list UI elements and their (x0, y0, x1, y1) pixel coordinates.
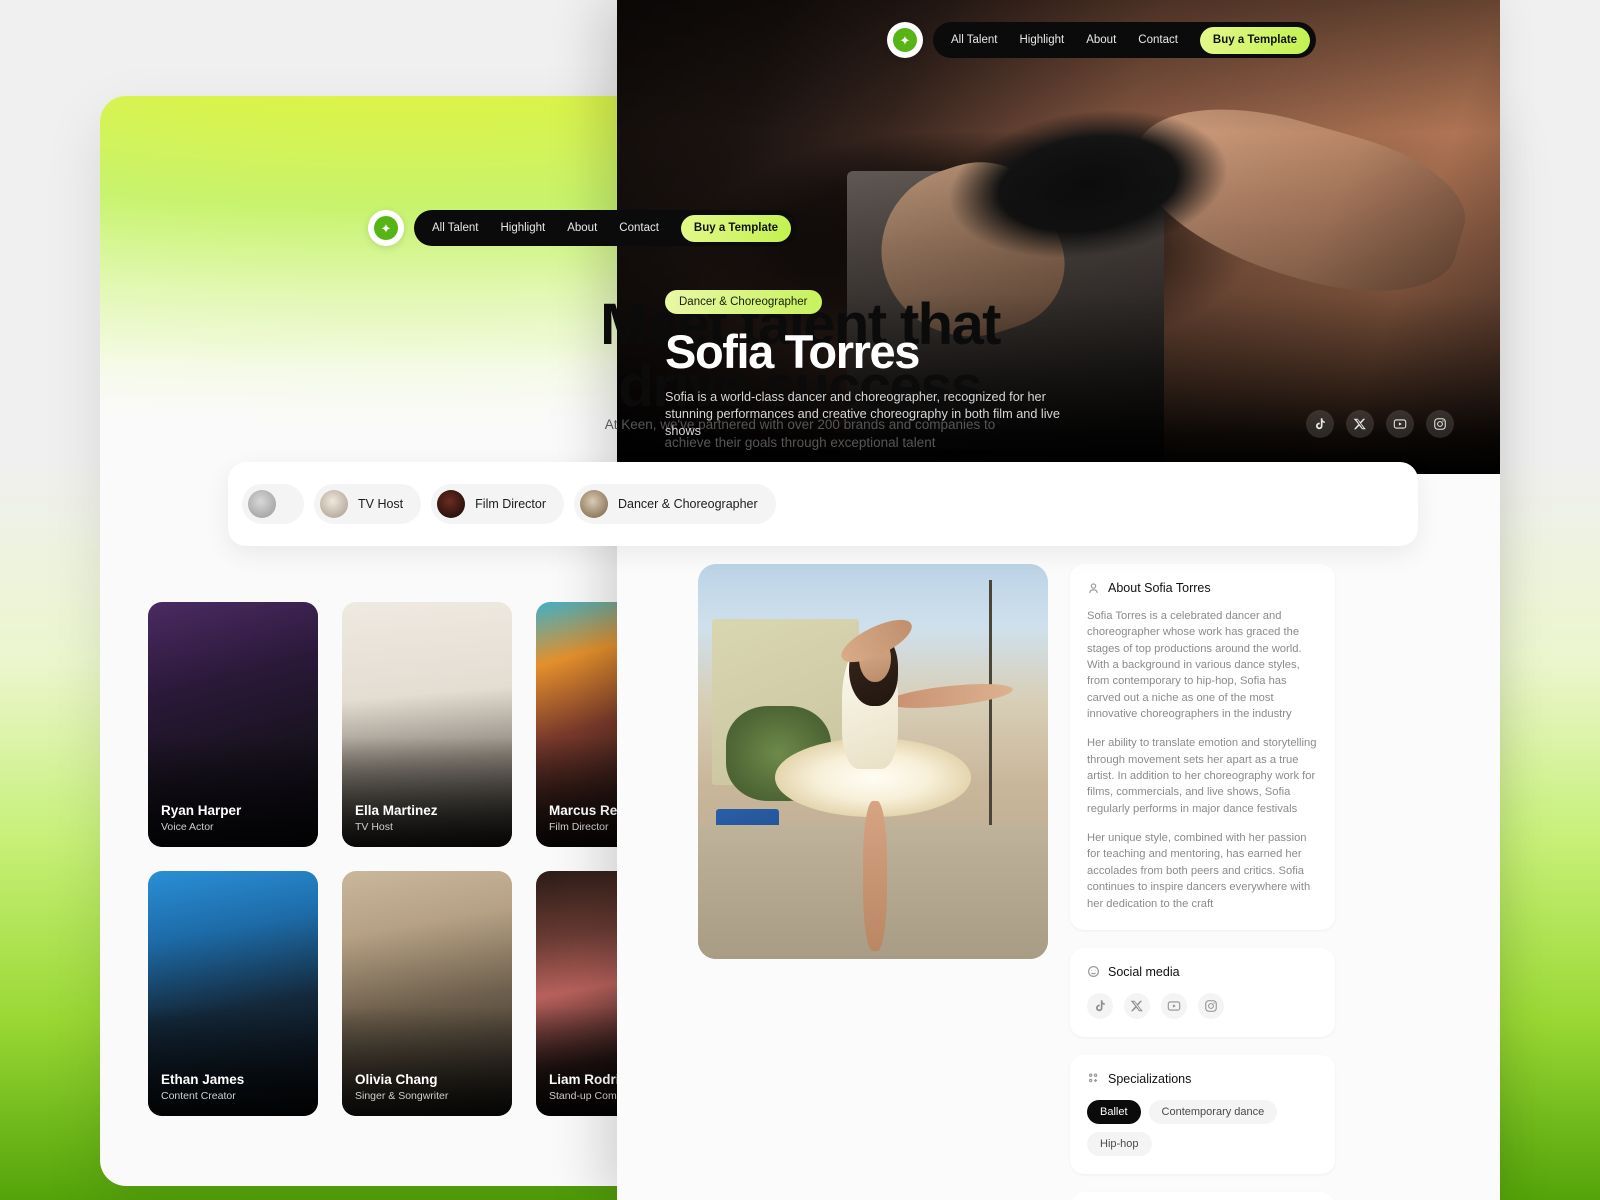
profile-photo (698, 564, 1048, 959)
photo-figure-leg-standing (862, 801, 887, 952)
talent-filter-bar: TV Host Film Director Dancer & Choreograph… (228, 462, 1418, 546)
nav-item-about[interactable]: About (1086, 34, 1116, 46)
hero-social-links (1306, 410, 1454, 438)
photo-pole (989, 579, 992, 857)
filter-avatar (580, 490, 608, 518)
social-media-panel-title: Social media (1108, 964, 1180, 979)
talent-card-name: Ethan James (161, 1072, 245, 1087)
about-paragraph: Sofia Torres is a celebrated dancer and … (1087, 610, 1302, 721)
grid-plus-icon (1087, 1072, 1100, 1085)
about-paragraph: Her unique style, combined with her pass… (1087, 832, 1311, 910)
specialization-tag[interactable]: Ballet (1087, 1099, 1141, 1124)
photo-figure-arm-right (886, 679, 1014, 713)
talent-detail-page: ✦ All Talent Highlight About Contact Buy… (617, 0, 1500, 1200)
person-icon (1087, 582, 1100, 595)
highlight-panel: Highlight Sofia Torres Choreographs for … (1070, 1191, 1335, 1200)
detail-navbar: ✦ All Talent Highlight About Contact Buy… (887, 22, 1317, 58)
buy-template-button[interactable]: Buy a Template (1199, 26, 1311, 54)
nav-item-highlight[interactable]: Highlight (500, 222, 545, 234)
filter-label: Film Director (475, 497, 546, 511)
hero-description: Sofia is a world-class dancer and choreo… (665, 389, 1060, 438)
nav-item-all-talent[interactable]: All Talent (432, 222, 478, 234)
left-navbar: ✦ All Talent Highlight About Contact Buy… (368, 210, 798, 246)
talent-card-role: Voice Actor (161, 821, 214, 833)
nav-item-contact[interactable]: Contact (1138, 34, 1178, 46)
instagram-icon[interactable] (1198, 992, 1224, 1019)
sparkle-icon: ✦ (893, 28, 917, 52)
about-panel-header: About Sofia Torres (1087, 581, 1318, 595)
filter-avatar (248, 490, 276, 518)
filter-avatar (320, 490, 348, 518)
detail-nav-links: All Talent Highlight About Contact Buy a… (933, 22, 1317, 58)
instagram-icon[interactable] (1426, 410, 1454, 438)
talent-card-meta: Ethan James Content Creator (161, 1072, 244, 1102)
logo-button[interactable]: ✦ (887, 22, 923, 58)
filter-label: TV Host (358, 497, 404, 511)
about-panel: About Sofia Torres Sofia Torres is a cel… (1070, 564, 1335, 930)
tiktok-icon[interactable] (1087, 992, 1113, 1019)
talent-card-role: TV Host (355, 821, 393, 833)
left-nav-links: All Talent Highlight About Contact Buy a… (414, 210, 798, 246)
detail-sidebar: About Sofia Torres Sofia Torres is a cel… (1070, 564, 1335, 1200)
social-media-panel: Social media (1070, 947, 1335, 1037)
detail-body: About Sofia Torres Sofia Torres is a cel… (617, 474, 1500, 1200)
youtube-icon[interactable] (1386, 410, 1414, 438)
smiley-icon (1087, 965, 1100, 978)
specializations-panel-title: Specializations (1108, 1071, 1192, 1086)
talent-card[interactable]: Olivia Chang Singer & Songwriter (342, 871, 512, 1116)
social-media-icons (1087, 992, 1318, 1019)
talent-card-role: Singer & Songwriter (355, 1090, 449, 1102)
talent-card-meta: Ella Martinez TV Host (355, 803, 438, 833)
about-panel-title: About Sofia Torres (1108, 581, 1211, 595)
ballerina-photo (698, 564, 1048, 959)
nav-item-about[interactable]: About (567, 222, 597, 234)
specialization-tag[interactable]: Hip-hop (1087, 1131, 1152, 1156)
specialization-tag[interactable]: Contemporary dance (1148, 1099, 1278, 1124)
specializations-panel-header: Specializations (1087, 1072, 1318, 1086)
social-media-panel-header: Social media (1087, 965, 1318, 979)
role-badge: Dancer & Choreographer (665, 289, 822, 314)
hero-copy: Dancer & Choreographer Sofia Torres Sofi… (665, 289, 1095, 440)
talent-card[interactable]: Ella Martinez TV Host (342, 602, 512, 847)
talent-card-name: Olivia Chang (355, 1072, 438, 1087)
talent-card-name: Ella Martinez (355, 803, 438, 818)
talent-card[interactable]: Ethan James Content Creator (148, 871, 318, 1116)
talent-card-name: Ryan Harper (161, 803, 242, 818)
talent-card-meta: Ryan Harper Voice Actor (161, 803, 241, 833)
tiktok-icon[interactable] (1306, 410, 1334, 438)
talent-card-meta: Olivia Chang Singer & Songwriter (355, 1072, 448, 1102)
specializations-panel: Specializations Ballet Contemporary dance… (1070, 1054, 1335, 1174)
filter-pill[interactable]: Dancer & Choreographer (574, 484, 776, 524)
youtube-icon[interactable] (1161, 992, 1187, 1019)
buy-template-button[interactable]: Buy a Template (680, 214, 792, 242)
filter-pill[interactable]: TV Host (314, 484, 422, 524)
logo-button[interactable]: ✦ (368, 210, 404, 246)
nav-item-highlight[interactable]: Highlight (1019, 34, 1064, 46)
nav-item-contact[interactable]: Contact (619, 222, 659, 234)
specialization-tags: Ballet Contemporary dance Hip-hop (1087, 1099, 1318, 1156)
nav-item-all-talent[interactable]: All Talent (951, 34, 997, 46)
x-icon[interactable] (1124, 992, 1150, 1019)
filter-pill[interactable] (242, 484, 304, 524)
filter-avatar (437, 490, 466, 518)
filter-label: Dancer & Choreographer (618, 497, 758, 511)
sparkle-icon: ✦ (374, 216, 398, 240)
talent-card-role: Content Creator (161, 1090, 236, 1102)
about-paragraphs: Sofia Torres is a celebrated dancer and … (1087, 608, 1318, 912)
talent-card[interactable]: Ryan Harper Voice Actor (148, 602, 318, 847)
page-title: Sofia Torres (665, 324, 920, 378)
about-paragraph: Her ability to translate emotion and sto… (1087, 737, 1317, 815)
filter-pill[interactable]: Film Director (431, 484, 564, 524)
x-icon[interactable] (1346, 410, 1374, 438)
screenshot-stage: ✦ All Talent Highlight About Contact Buy… (0, 0, 1600, 1200)
